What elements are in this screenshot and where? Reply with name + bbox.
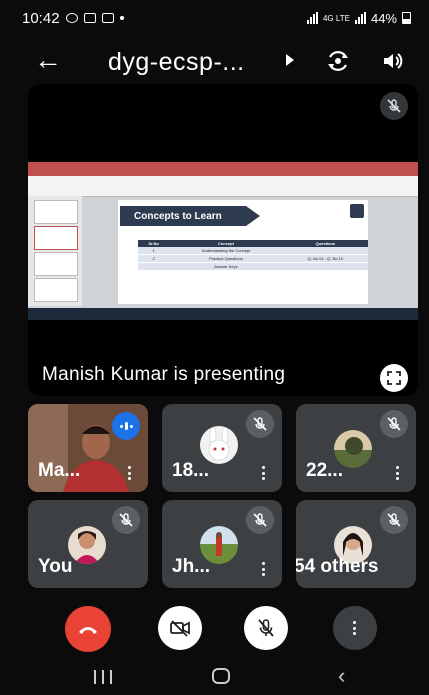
slide-table-header: Sr.No <box>138 240 170 247</box>
slide-table-cell <box>282 247 368 255</box>
participant-tile[interactable]: 18... <box>162 404 282 492</box>
mic-off-icon <box>112 506 140 534</box>
meeting-header: ← dyg-ecsp-... <box>0 40 429 82</box>
mic-off-icon <box>380 506 408 534</box>
slide-thumbnail <box>34 278 78 302</box>
others-count: 54 others <box>296 556 379 577</box>
message-icon <box>101 13 114 23</box>
participant-name: Ma... <box>38 460 81 481</box>
slide-table-cell <box>282 262 368 271</box>
more-vert-icon[interactable] <box>396 466 400 480</box>
slide-thumbnail <box>34 226 78 250</box>
battery-percent: 44% <box>370 10 397 26</box>
mic-off-icon <box>246 410 274 438</box>
slide-table-cell: 1 <box>138 247 170 255</box>
mic-off-icon <box>246 506 274 534</box>
expand-triangle-icon[interactable] <box>286 54 294 66</box>
fullscreen-icon[interactable] <box>380 364 408 392</box>
slide-table-header: Questions <box>282 240 368 247</box>
clock: 10:42 <box>22 9 60 27</box>
nav-back-icon[interactable]: ‹ <box>338 665 345 687</box>
windows-taskbar <box>28 308 418 320</box>
switch-camera-icon[interactable] <box>325 48 351 74</box>
slide-table-cell: 2 <box>138 254 170 263</box>
participant-tile[interactable]: Ma... <box>28 404 148 492</box>
slide-table-cell: Practice Questions <box>169 254 283 263</box>
gallery-icon <box>83 13 96 23</box>
slide-thumbnails <box>28 196 82 306</box>
speaking-indicator-icon <box>112 412 140 440</box>
avatar <box>200 426 238 464</box>
more-options-button[interactable] <box>333 606 377 650</box>
presentation-stage[interactable]: Concepts to Learn Sr.No Concept Question… <box>28 84 418 396</box>
participant-tile[interactable]: You <box>28 500 148 588</box>
status-bar: 10:42 4G LTE 44% <box>0 0 429 36</box>
mic-off-icon <box>380 410 408 438</box>
slide-thumbnail <box>34 252 78 276</box>
slide-table-cell: Answer Keys <box>169 262 283 271</box>
slide-table-header: Concept <box>169 240 283 247</box>
participant-name: 18... <box>172 460 209 481</box>
slide-table: Sr.No Concept Questions 1 Understanding … <box>138 240 368 271</box>
mic-off-icon <box>258 619 274 637</box>
shared-screen: Concepts to Learn Sr.No Concept Question… <box>28 162 418 320</box>
network-type: 4G LTE <box>322 13 350 23</box>
presenter-label: Manish Kumar is presenting <box>42 364 286 385</box>
signal-icon-2 <box>354 12 366 24</box>
participant-name: Jh... <box>172 556 211 577</box>
more-vert-icon <box>353 621 357 635</box>
speaker-icon[interactable] <box>381 50 403 72</box>
logo-icon <box>350 204 364 218</box>
slide-title: Concepts to Learn <box>120 206 260 226</box>
signal-icon <box>306 12 318 24</box>
more-vert-icon[interactable] <box>128 466 132 480</box>
more-vert-icon[interactable] <box>262 466 266 480</box>
battery-icon <box>402 12 411 24</box>
slide-table-cell <box>138 262 170 271</box>
mic-toggle-button[interactable] <box>244 606 288 650</box>
camera-toggle-button[interactable] <box>158 606 202 650</box>
end-call-icon <box>79 627 97 634</box>
home-icon[interactable] <box>212 668 230 684</box>
system-nav-bar: ‹ <box>0 658 429 695</box>
camera-off-icon <box>170 620 190 637</box>
app-title-bar <box>28 162 418 176</box>
participant-tile[interactable]: 22... <box>296 404 416 492</box>
meeting-code[interactable]: dyg-ecsp-... <box>108 48 245 77</box>
end-call-button[interactable] <box>65 606 111 652</box>
mic-off-icon <box>380 92 408 120</box>
participant-name: 22... <box>306 460 343 481</box>
whatsapp-icon <box>65 13 78 23</box>
back-arrow-icon[interactable]: ← <box>34 46 62 74</box>
participant-name: You <box>38 556 73 577</box>
slide-table-cell: Understanding the Concept <box>169 247 283 255</box>
slide-table-cell: Q. No 01 - Q. No 10 <box>282 254 368 263</box>
current-slide: Concepts to Learn Sr.No Concept Question… <box>118 200 368 304</box>
participant-tile[interactable]: Jh... <box>162 500 282 588</box>
call-controls <box>0 598 429 658</box>
slide-thumbnail <box>34 200 78 224</box>
more-vert-icon[interactable] <box>262 562 266 576</box>
others-tile[interactable]: 54 others <box>296 500 416 588</box>
app-ribbon <box>28 176 418 197</box>
avatar <box>68 526 106 564</box>
notification-dot-icon <box>119 16 124 20</box>
recents-icon[interactable] <box>94 670 112 684</box>
